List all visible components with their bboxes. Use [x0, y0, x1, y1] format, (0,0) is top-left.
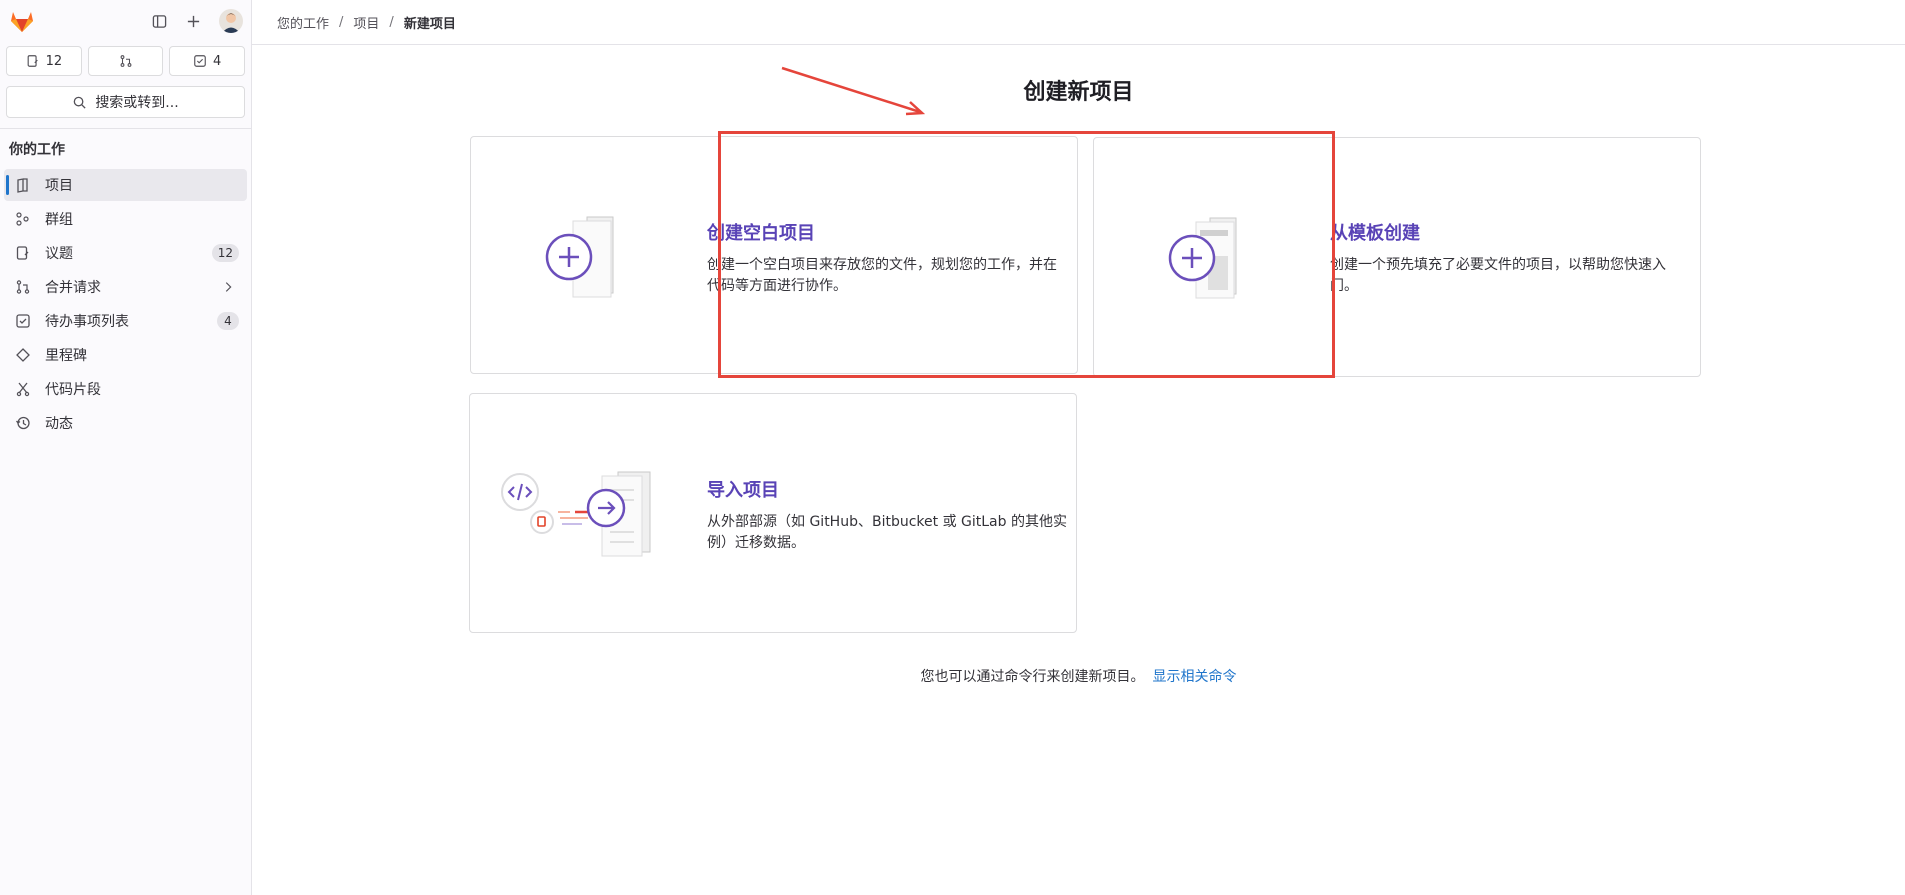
sidebar-counters: 12 4	[0, 42, 251, 80]
project-icon	[15, 177, 31, 193]
sidebar-item-label: 议题	[45, 246, 73, 262]
sidebar-item-label: 动态	[45, 416, 73, 432]
new-item-plus-icon[interactable]	[185, 13, 201, 29]
card-title: 创建空白项目	[707, 223, 815, 244]
import-project-card[interactable]: 导入项目 从外部部源（如 GitHub、Bitbucket 或 GitLab 的…	[469, 393, 1077, 633]
todos-counter-button[interactable]: 4	[169, 46, 246, 76]
sidebar-item-label: 群组	[45, 212, 73, 228]
toggle-sidebar-icon[interactable]	[151, 13, 167, 29]
card-description: 创建一个空白项目来存放您的文件，规划您的工作，并在代码等方面进行协作。	[707, 257, 1057, 294]
sidebar-item-merge-requests[interactable]: 合并请求	[4, 271, 247, 303]
card-title: 从模板创建	[1330, 223, 1420, 244]
sidebar-section-title: 你的工作	[9, 142, 65, 158]
sidebar-item-issues[interactable]: 议题 12	[4, 237, 247, 269]
show-commands-link[interactable]: 显示相关命令	[1153, 669, 1237, 685]
cli-hint-text: 您也可以通过命令行来创建新项目。	[920, 669, 1145, 685]
merge-request-icon	[120, 55, 131, 67]
page-title: 创建新项目	[1023, 80, 1134, 105]
sidebar-item-milestones[interactable]: 里程碑	[4, 339, 247, 371]
card-description: 创建一个预先填充了必要文件的项目，以帮助您快速入门。	[1330, 257, 1666, 294]
breadcrumb-new-project: 新建项目	[403, 16, 456, 32]
milestone-icon	[15, 347, 31, 363]
sidebar: 12 4 搜索或转到... 你的工作 项目 群组 议题 12 合并请求 待办事项…	[0, 0, 252, 895]
blank-project-illustration-icon	[545, 216, 614, 298]
chevron-right-icon[interactable]	[221, 280, 235, 294]
todos-count-badge: 4	[217, 312, 239, 330]
cli-hint: 您也可以通过命令行来创建新项目。 显示相关命令	[252, 666, 1905, 686]
breadcrumb-projects[interactable]: 项目	[353, 13, 379, 32]
sidebar-item-label: 里程碑	[45, 348, 87, 364]
gitlab-logo-icon[interactable]	[8, 7, 36, 35]
issues-counter-label: 12	[45, 53, 63, 69]
sidebar-item-label: 项目	[45, 178, 73, 194]
create-from-template-card[interactable]: 从模板创建 创建一个预先填充了必要文件的项目，以帮助您快速入门。	[1093, 137, 1701, 377]
sidebar-item-activity[interactable]: 动态	[4, 407, 247, 439]
snippet-icon	[15, 381, 31, 397]
issues-count-badge: 12	[211, 244, 239, 262]
merge-requests-counter-button[interactable]	[87, 46, 164, 76]
create-blank-project-card[interactable]: 创建空白项目 创建一个空白项目来存放您的文件，规划您的工作，并在代码等方面进行协…	[470, 136, 1078, 374]
breadcrumb-separator: /	[389, 14, 394, 30]
search-button[interactable]: 搜索或转到...	[6, 86, 245, 118]
template-project-illustration-icon	[1168, 217, 1237, 299]
sidebar-item-label: 合并请求	[45, 280, 101, 296]
sidebar-item-groups[interactable]: 群组	[4, 203, 247, 235]
sidebar-header	[0, 0, 251, 42]
group-icon	[15, 211, 31, 227]
sidebar-item-todos[interactable]: 待办事项列表 4	[4, 305, 247, 337]
breadcrumb: 您的工作 / 项目 / 新建项目	[252, 0, 1905, 45]
merge-request-icon	[15, 279, 31, 295]
todo-icon	[15, 313, 31, 329]
breadcrumb-your-work[interactable]: 您的工作	[277, 13, 329, 32]
sidebar-item-projects[interactable]: 项目	[4, 169, 247, 201]
main-content: 您的工作 / 项目 / 新建项目 创建新项目 创建空白项目 创建一个空白项目来存…	[252, 0, 1905, 895]
issues-icon	[15, 245, 31, 261]
sidebar-item-label: 代码片段	[45, 382, 101, 398]
breadcrumb-separator: /	[339, 14, 344, 30]
issues-counter-button[interactable]: 12	[6, 46, 82, 76]
sidebar-item-snippets[interactable]: 代码片段	[4, 373, 247, 405]
todos-counter-label: 4	[213, 53, 222, 69]
card-description: 从外部部源（如 GitHub、Bitbucket 或 GitLab 的其他实例）…	[707, 514, 1067, 551]
import-project-illustration-icon	[501, 471, 651, 557]
user-avatar[interactable]	[219, 9, 243, 33]
card-title: 导入项目	[707, 480, 779, 501]
issues-icon	[27, 55, 38, 67]
history-icon	[15, 415, 31, 431]
search-button-label: 搜索或转到...	[95, 95, 179, 111]
search-icon	[74, 96, 86, 109]
sidebar-item-label: 待办事项列表	[45, 314, 129, 330]
todo-icon	[194, 55, 206, 67]
